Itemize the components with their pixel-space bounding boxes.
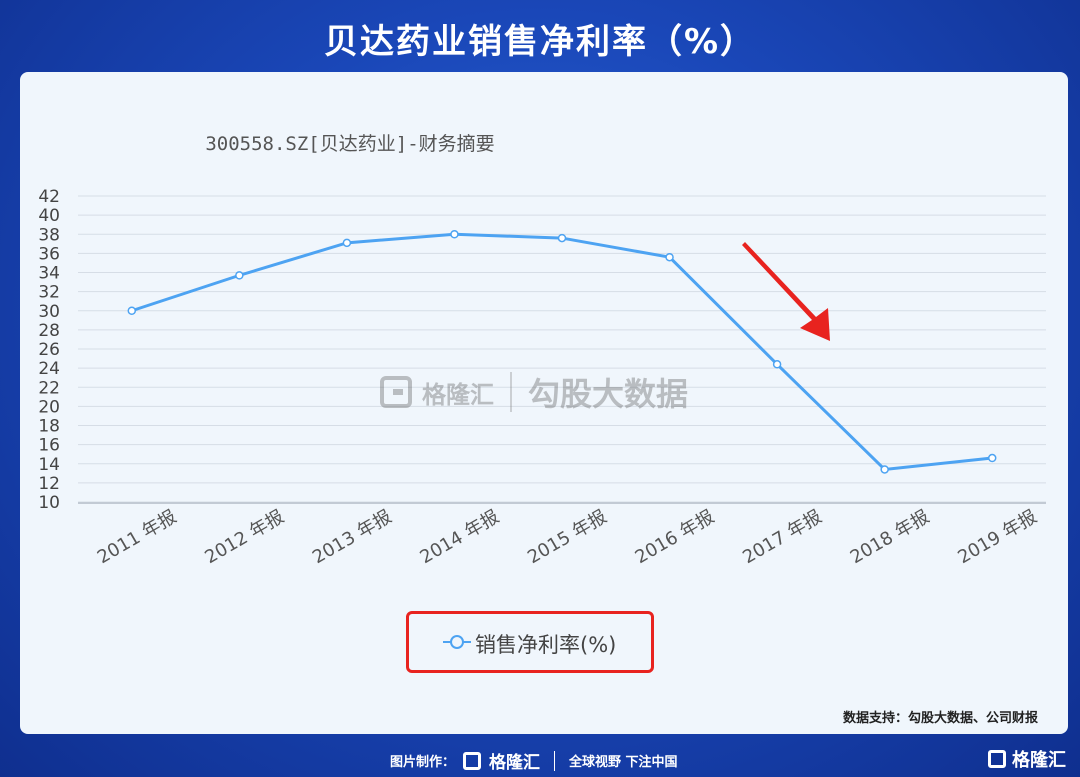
series-line — [131, 232, 993, 472]
watermark-brand: 格隆汇 — [422, 380, 494, 409]
page-title: 贝达药业销售净利率（%） — [323, 22, 757, 62]
y-tick-label: 40 — [38, 206, 60, 226]
x-tick-label: 2017 年报 — [739, 506, 825, 568]
legend-label: 销售净利率(%) — [475, 633, 617, 657]
data-point — [557, 233, 567, 243]
data-point — [127, 306, 137, 315]
y-tick-label: 28 — [38, 321, 60, 341]
y-tick-label: 10 — [38, 493, 60, 513]
x-tick-label: 2012 年报 — [201, 506, 287, 568]
footer-logo-icon — [463, 751, 482, 770]
y-tick-label: 22 — [38, 378, 60, 398]
y-tick-label: 12 — [38, 474, 60, 494]
series-layer — [127, 230, 997, 474]
x-tick-label: 2019 年报 — [954, 506, 1040, 568]
y-tick-label: 24 — [38, 359, 60, 379]
y-axis-ticks: 1012141618202224262830323436384042 — [38, 187, 60, 513]
x-tick-label: 2013 年报 — [309, 506, 395, 568]
y-tick-label: 32 — [38, 283, 60, 303]
footer-divider — [554, 750, 556, 771]
x-tick-label: 2016 年报 — [632, 506, 718, 568]
footer-brand: 格隆汇 — [489, 753, 541, 773]
legend: 销售净利率(%) — [406, 611, 654, 673]
y-tick-label: 20 — [38, 397, 60, 417]
y-tick-label: 38 — [38, 225, 60, 245]
y-tick-label: 18 — [38, 417, 60, 437]
footer-slogan: 全球视野 下注中国 — [569, 755, 678, 770]
y-tick-label: 36 — [38, 244, 60, 264]
watermark-divider — [510, 372, 512, 412]
data-point — [987, 453, 997, 463]
legend-marker-icon — [443, 635, 471, 649]
data-point — [235, 271, 244, 280]
x-tick-label: 2015 年报 — [524, 506, 610, 568]
x-tick-label: 2011 年报 — [94, 506, 180, 568]
watermark: 格隆汇 勾股大数据 — [380, 367, 688, 417]
x-axis-ticks: 2011 年报 2012 年报 2013 年报 2014 年报 2015 年报 2016 … — [94, 506, 1041, 568]
data-point — [342, 238, 352, 248]
watermark-logo-icon — [380, 376, 412, 408]
corner-brand: 格隆汇 — [1012, 750, 1066, 771]
corner-logo-icon — [988, 750, 1006, 768]
y-tick-label: 30 — [38, 302, 60, 322]
x-tick-label: 2014 年报 — [417, 506, 503, 568]
y-tick-label: 34 — [38, 264, 60, 284]
data-point — [880, 465, 889, 474]
chart-card: 300558.SZ[贝达药业]-财务摘要 10 12 14 16 18 20 22 24 26 2… — [20, 72, 1068, 734]
footer: 图片制作： 格隆汇 全球视野 下注中国 格隆汇 — [0, 740, 1080, 777]
chart-title: 300558.SZ[贝达药业]-财务摘要 — [205, 133, 494, 155]
y-tick-label: 42 — [38, 187, 60, 207]
x-tick-label: 2018 年报 — [847, 506, 933, 568]
y-tick-label: 26 — [38, 340, 60, 360]
watermark-product: 勾股大数据 — [528, 375, 689, 413]
footer-made-by-label: 图片制作： — [390, 755, 456, 770]
y-tick-label: 16 — [38, 436, 60, 456]
source-note: 数据支持：勾股大数据、公司财报 — [842, 711, 1038, 726]
data-point — [665, 252, 674, 262]
data-point — [772, 360, 782, 369]
y-tick-label: 14 — [38, 455, 60, 475]
data-point — [450, 230, 459, 239]
